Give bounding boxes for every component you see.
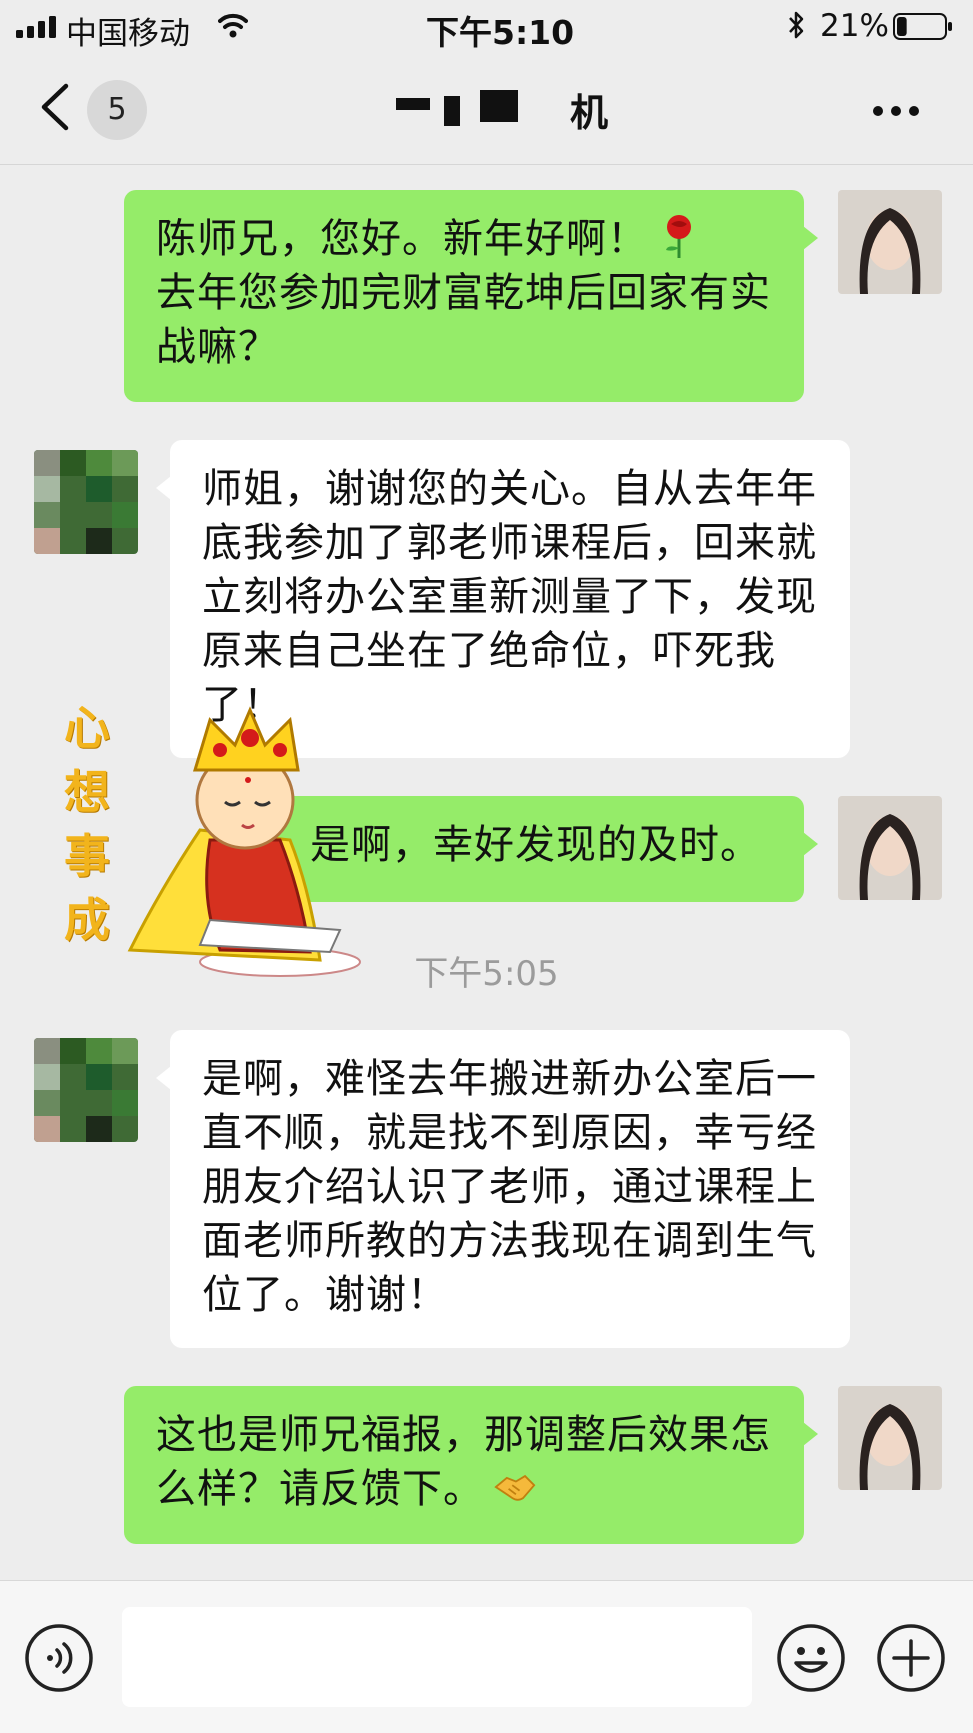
voice-icon[interactable] (24, 1623, 94, 1693)
bubble-tail (803, 1422, 818, 1446)
message-text: 陈师兄，您好。新年好啊！ (156, 216, 648, 262)
bubble-tail (156, 1066, 171, 1090)
message-input[interactable] (122, 1607, 752, 1707)
more-options-icon[interactable] (872, 105, 920, 117)
message-text: 是啊，难怪去年搬进新办公室后一直不顺，就是找不到原因，幸亏经朋友介绍认识了老师，… (202, 1056, 817, 1318)
chat-header: 5 机 (0, 52, 973, 165)
plus-icon[interactable] (876, 1623, 946, 1693)
profile-photo-icon (838, 1386, 942, 1490)
bubble-tail (156, 476, 171, 500)
rose-emoji-icon (666, 215, 691, 258)
profile-photo-icon (838, 796, 942, 900)
handshake-emoji-icon (494, 1474, 536, 1501)
sticker-caption: 心想事成 (64, 701, 110, 947)
input-bar (0, 1580, 973, 1733)
carrier-name: 中国移动 (66, 16, 190, 52)
unread-count-badge[interactable]: 5 (87, 80, 147, 140)
message-text: 这也是师兄福报，那调整后效果怎么样？请反馈下。 (156, 1412, 771, 1512)
message-bubble-sent[interactable]: 这也是师兄福报，那调整后效果怎么样？请反馈下。 (124, 1386, 818, 1544)
message-text-line-2: 去年您参加完财富乾坤后回家有实战嘛？ (156, 270, 771, 370)
bluetooth-icon (789, 11, 804, 39)
battery-icon (893, 13, 952, 40)
my-avatar[interactable] (838, 190, 942, 294)
profile-photo-icon (838, 190, 942, 294)
emoji-face-icon[interactable] (776, 1623, 846, 1693)
contact-avatar[interactable] (34, 450, 138, 554)
bubble-tail (803, 832, 818, 856)
wifi-icon (218, 13, 248, 38)
message-bubble-received[interactable]: 是啊，难怪去年搬进新办公室后一直不顺，就是找不到原因，幸亏经朋友介绍认识了老师，… (156, 1030, 850, 1348)
status-time: 下午5:10 (426, 13, 575, 52)
pixelated-avatar-icon (34, 1038, 138, 1142)
redacted-title-block (396, 90, 518, 126)
status-bar: 中国移动 下午5:10 21% (0, 0, 973, 52)
my-avatar[interactable] (838, 796, 942, 900)
message-bubble-sent[interactable]: 陈师兄，您好。新年好啊！ 去年您参加完财富乾坤后回家有实战嘛？ (124, 190, 818, 402)
contact-avatar[interactable] (34, 1038, 138, 1142)
message-timestamp: 下午5:05 (414, 954, 559, 994)
back-chevron-icon[interactable] (38, 82, 72, 132)
bubble-tail (803, 226, 818, 250)
chat-title: 机 (570, 91, 609, 135)
message-text: 师姐，谢谢您的关心。自从去年年底我参加了郭老师课程后，回来就立刻将办公室重新测量… (202, 466, 817, 728)
my-avatar[interactable] (838, 1386, 942, 1490)
pixelated-avatar-icon (34, 450, 138, 554)
signal-strength-icon (16, 16, 56, 38)
battery-percentage: 21% (820, 8, 889, 44)
